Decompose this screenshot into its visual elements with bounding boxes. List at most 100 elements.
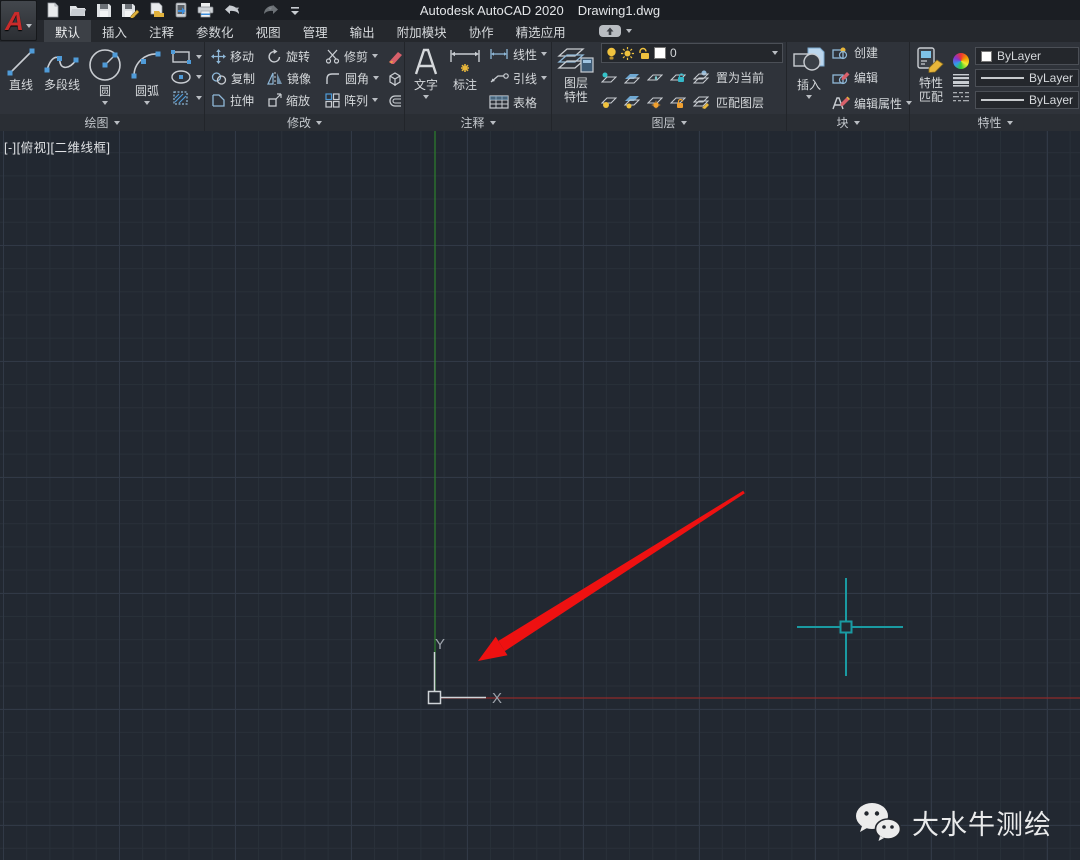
lineweight-icon[interactable]	[952, 73, 970, 87]
mirror-button[interactable]: 镜像	[267, 67, 325, 89]
scale-icon	[267, 93, 282, 108]
rotate-icon	[267, 49, 282, 64]
set-current-button[interactable]: 置为当前	[716, 66, 764, 88]
match-layer-button[interactable]: 匹配图层	[716, 91, 764, 113]
layer-thaw-icon[interactable]	[647, 95, 663, 109]
match-properties-button[interactable]: 特性匹配	[915, 42, 947, 114]
panel-title-properties[interactable]: 特性	[910, 114, 1080, 131]
scale-button[interactable]: 缩放	[267, 89, 325, 111]
create-block-button[interactable]: 创建	[832, 42, 912, 63]
application-menu-button[interactable]: A	[0, 0, 37, 41]
edit-attributes-button[interactable]: 编辑属性	[832, 93, 912, 114]
tab-collaborate[interactable]: 协作	[458, 20, 505, 42]
undo-icon[interactable]	[222, 1, 248, 19]
layer-properties-button[interactable]: 图层特性	[557, 42, 595, 114]
save-as-icon[interactable]	[120, 1, 140, 19]
chevron-down-icon	[196, 96, 202, 100]
layer-off-icon[interactable]	[601, 95, 617, 109]
copy-button[interactable]: 复制	[211, 67, 267, 89]
panel-title-layers[interactable]: 图层	[552, 114, 786, 131]
customize-icon[interactable]	[288, 1, 302, 19]
erase-button[interactable]	[387, 45, 405, 67]
match-layer-icon[interactable]	[693, 95, 709, 109]
layer-unisolate-icon[interactable]	[624, 71, 640, 84]
line-button[interactable]: 直线	[4, 42, 38, 114]
make-current-icon[interactable]	[693, 70, 709, 84]
chevron-down-icon	[626, 29, 632, 33]
tab-insert[interactable]: 插入	[91, 20, 138, 42]
trim-button[interactable]: 修剪	[325, 45, 387, 67]
chevron-down-icon	[144, 101, 150, 105]
array-button[interactable]: 阵列	[325, 89, 387, 111]
table-icon	[489, 95, 509, 109]
match-properties-icon	[915, 46, 947, 76]
dimension-button[interactable]: 标注	[447, 42, 483, 114]
document-name: Drawing1.dwg	[578, 3, 660, 18]
offset-button[interactable]	[387, 89, 405, 111]
lineweight-dropdown[interactable]: ByLayer	[975, 69, 1079, 87]
watermark-text: 大水牛测绘	[912, 803, 1052, 842]
tab-manage[interactable]: 管理	[292, 20, 339, 42]
drawing-canvas[interactable]: [-][俯视][二维线框] Y X	[0, 131, 1080, 860]
hatch-button[interactable]	[170, 88, 202, 108]
chevron-down-icon	[196, 55, 202, 59]
text-button[interactable]: 文字	[411, 42, 441, 114]
cloud-publish-button[interactable]	[599, 20, 632, 42]
layer-freeze-icon[interactable]	[647, 71, 663, 84]
move-button[interactable]: 移动	[211, 45, 267, 67]
rotate-button[interactable]: 旋转	[267, 45, 325, 67]
tab-view[interactable]: 视图	[245, 20, 292, 42]
save-web-mobile-icon[interactable]	[173, 1, 189, 19]
plot-icon[interactable]	[196, 1, 215, 19]
leader-button[interactable]: 引线	[489, 67, 547, 89]
object-color-dropdown[interactable]: ByLayer	[975, 47, 1079, 65]
open-web-mobile-icon[interactable]	[147, 1, 166, 19]
linetype-dropdown[interactable]: ByLayer	[975, 91, 1079, 109]
tab-annotate[interactable]: 注释	[138, 20, 185, 42]
layer-isolate-icon[interactable]	[601, 71, 617, 84]
rectangle-button[interactable]	[170, 47, 202, 67]
circle-button[interactable]: 圆	[86, 42, 124, 114]
layer-dropdown[interactable]: 0	[601, 43, 783, 63]
explode-icon	[387, 71, 403, 86]
insert-block-button[interactable]: 插入	[792, 42, 826, 114]
ellipse-button[interactable]	[170, 67, 202, 87]
chevron-down-icon	[102, 101, 108, 105]
panel-title-modify[interactable]: 修改	[205, 114, 404, 131]
layer-unlock2-icon[interactable]	[670, 95, 686, 109]
redo-icon[interactable]	[255, 1, 281, 19]
arc-icon	[128, 46, 166, 84]
ucs-x-label: X	[492, 690, 502, 707]
polyline-button[interactable]: 多段线	[42, 42, 82, 114]
panel-layers: 图层特性 0	[552, 42, 787, 131]
new-icon[interactable]	[44, 1, 61, 19]
explode-button[interactable]	[387, 67, 405, 89]
table-button[interactable]: 表格	[489, 91, 547, 113]
panel-title-draw[interactable]: 绘图	[0, 114, 204, 131]
tab-output[interactable]: 输出	[339, 20, 386, 42]
app-title: Autodesk AutoCAD 2020	[420, 3, 564, 18]
circle-icon	[86, 46, 124, 84]
panel-title-annotate[interactable]: 注释	[405, 114, 551, 131]
stretch-button[interactable]: 拉伸	[211, 89, 267, 111]
arc-button[interactable]: 圆弧	[128, 42, 166, 114]
autocad-logo-icon: A	[5, 8, 24, 34]
layer-lock-icon[interactable]	[670, 71, 686, 84]
linetype-icon[interactable]	[952, 91, 970, 103]
tab-parametric[interactable]: 参数化	[185, 20, 245, 42]
tab-addins[interactable]: 附加模块	[386, 20, 458, 42]
tab-default[interactable]: 默认	[44, 20, 91, 42]
color-wheel-icon[interactable]	[953, 53, 969, 69]
open-icon[interactable]	[68, 1, 88, 19]
viewport-controls[interactable]: [-][俯视][二维线框]	[4, 137, 111, 156]
edit-block-button[interactable]: 编辑	[832, 67, 912, 88]
save-icon[interactable]	[95, 1, 113, 19]
linear-dimension-button[interactable]: 线性	[489, 43, 547, 65]
layer-on-bulb-icon	[606, 47, 617, 60]
panel-title-block[interactable]: 块	[787, 114, 909, 131]
layer-unlock-icon	[638, 47, 650, 60]
chevron-down-icon	[372, 54, 378, 58]
layer-on-icon[interactable]	[624, 95, 640, 109]
tab-featured-apps[interactable]: 精选应用	[505, 20, 577, 42]
fillet-button[interactable]: 圆角	[325, 67, 387, 89]
